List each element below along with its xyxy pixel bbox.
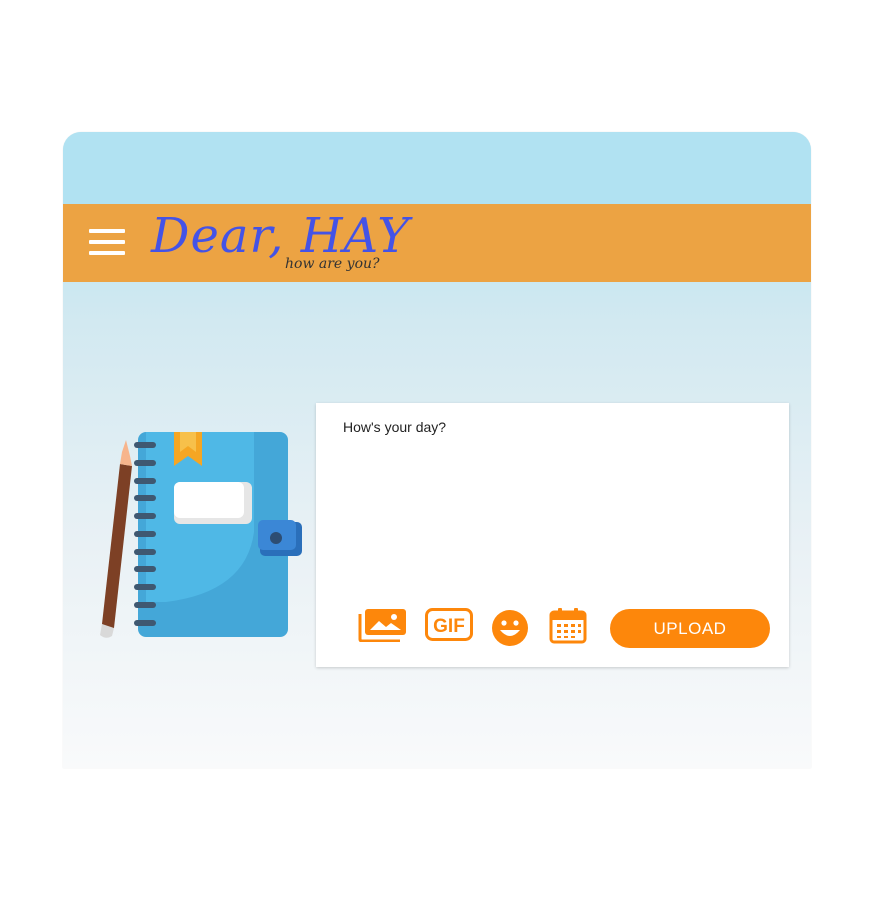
logo-subtitle: how are you? (285, 256, 380, 272)
gif-label: GIF (433, 616, 465, 637)
diary-entry-input[interactable] (336, 419, 780, 579)
upload-button[interactable]: UPLOAD (610, 609, 770, 648)
header-bar: Dear, HAY how are you? (63, 204, 811, 282)
app-card: Dear, HAY how are you? How's your day? G… (63, 132, 811, 768)
calendar-icon[interactable] (549, 608, 587, 649)
app-logo[interactable]: Dear, HAY how are you? (151, 206, 409, 280)
image-gallery-icon[interactable] (358, 608, 408, 647)
pencil-icon (100, 440, 132, 638)
post-composer: GIF (316, 403, 789, 667)
notebook-pencil-illustration (100, 432, 302, 638)
emoji-smile-icon[interactable] (491, 609, 529, 652)
hamburger-menu-icon[interactable] (85, 226, 125, 260)
gif-icon[interactable]: GIF (425, 608, 473, 646)
notebook-icon (134, 432, 302, 637)
top-strip (63, 132, 811, 204)
